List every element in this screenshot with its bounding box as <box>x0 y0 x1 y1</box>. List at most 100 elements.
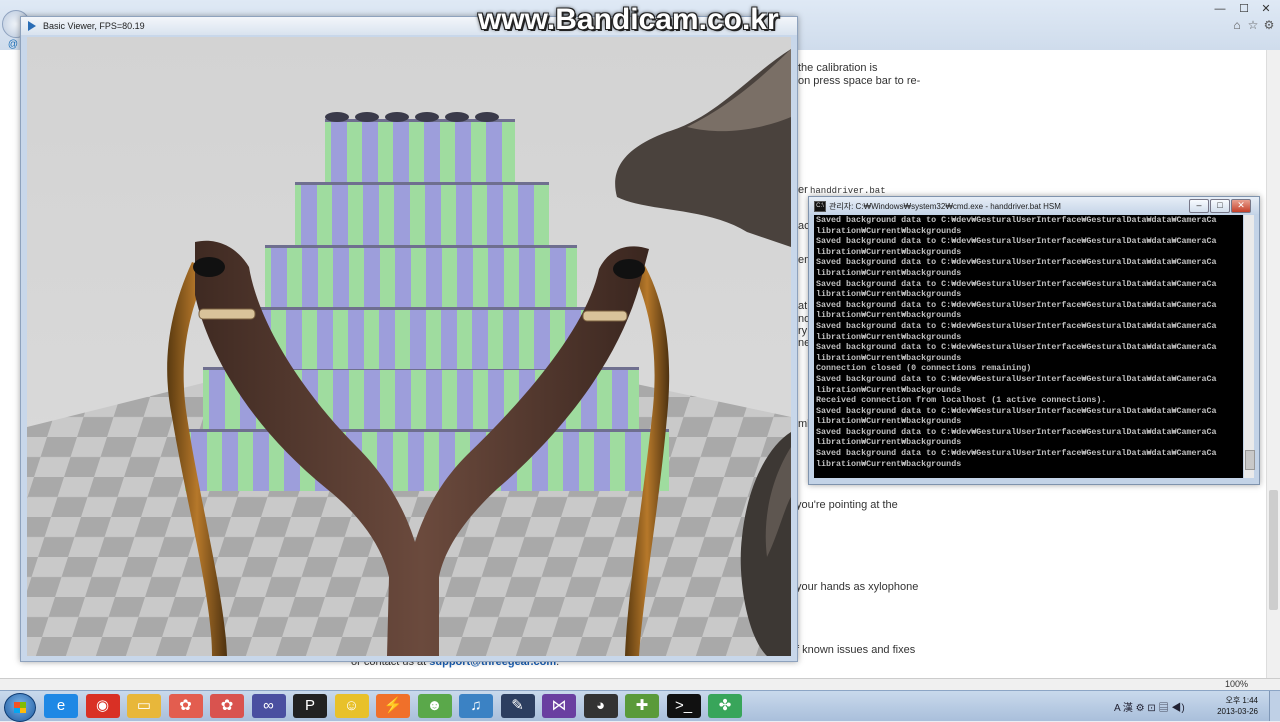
block-stripe <box>363 182 379 245</box>
block-cap <box>325 112 349 122</box>
zoom-level[interactable]: 100% <box>1225 679 1248 689</box>
vs-app-icon[interactable]: ⋈ <box>542 694 576 718</box>
block-cap <box>445 112 469 122</box>
bolt-app-icon[interactable]: ⚡ <box>376 694 410 718</box>
block-stripe <box>563 429 579 491</box>
block-stripe <box>426 245 442 307</box>
cmd-line: libration₩Current₩backgrounds <box>816 289 962 300</box>
maximize-icon[interactable]: ☐ <box>1236 2 1252 16</box>
cmd-line: Saved background data to C:₩dev₩Gestural… <box>816 236 1217 247</box>
block-stripe <box>625 429 641 491</box>
page-scrollbar[interactable] <box>1266 50 1280 678</box>
app-icon-3[interactable]: ∞ <box>251 694 286 718</box>
block-stripe <box>410 307 426 369</box>
block-stripe <box>393 119 409 182</box>
windows-logo-icon <box>14 702 26 713</box>
frog-app-icon[interactable]: ☻ <box>417 694 452 718</box>
minimize-icon[interactable]: — <box>1212 2 1228 16</box>
block-stripe <box>364 245 380 307</box>
threegear-app-icon[interactable]: ✤ <box>708 694 742 718</box>
cmd-scrollbar-thumb[interactable] <box>1245 450 1255 470</box>
block-stripe <box>395 367 411 429</box>
cmd-window[interactable]: C:\ 관리자: C:₩Windows₩system32₩cmd.exe - h… <box>808 196 1260 485</box>
block-stripe <box>488 245 504 307</box>
bandicam-watermark: www.Bandicam.co.kr <box>478 3 779 36</box>
block-stripe <box>379 307 395 369</box>
page-text-12: your hands as xylophone <box>796 581 919 593</box>
page-text-8: ry <box>798 325 808 337</box>
cmd-title: 관리자: C:₩Windows₩system32₩cmd.exe - handd… <box>829 202 1061 211</box>
tray-icons[interactable]: A 漢 ⚙ ⊡ ▤ ◀) <box>1114 699 1185 714</box>
close-icon[interactable]: ✕ <box>1258 2 1274 16</box>
block-stripe <box>271 245 287 307</box>
3d-scene-viewport[interactable] <box>27 37 791 656</box>
cmd-lines: Saved background data to C:₩dev₩Gestural… <box>814 215 1243 469</box>
cmd-line: libration₩Current₩backgrounds <box>816 225 962 236</box>
editor-app-icon[interactable]: ✎ <box>500 694 535 718</box>
tools-gear-icon[interactable]: ⚙ <box>1262 18 1276 32</box>
block-stripe <box>534 307 550 369</box>
block-stripe <box>362 119 378 182</box>
chrome-icon[interactable]: ◉ <box>85 694 120 718</box>
block-stripe <box>457 367 473 429</box>
app-icon-2[interactable]: ✿ <box>210 694 244 718</box>
clock-date[interactable]: 2013-03-26 <box>1217 707 1258 716</box>
page-code-handdriver: handdriver.bat <box>810 186 886 196</box>
block-stripe <box>612 367 628 429</box>
basic-viewer-window[interactable]: Basic Viewer, FPS=80.19 <box>20 16 798 662</box>
block-stripe <box>425 182 441 245</box>
block-stripe <box>253 429 269 491</box>
viewer-app-icon <box>28 21 36 31</box>
cmd-line: Saved background data to C:₩dev₩Gestural… <box>816 320 1217 331</box>
block-stripe <box>424 119 440 182</box>
cmd-line: libration₩Current₩backgrounds <box>816 437 962 448</box>
block-row-edge <box>185 429 669 432</box>
block-stripe <box>395 245 411 307</box>
cmd-close-button[interactable]: ✕ <box>1231 199 1251 213</box>
cmd-line: Saved background data to C:₩dev₩Gestural… <box>816 373 1217 384</box>
cmd-line: libration₩Current₩backgrounds <box>816 416 962 427</box>
block-stripe <box>302 245 318 307</box>
block-stripe <box>222 429 238 491</box>
block-stripe <box>301 182 317 245</box>
clock-time[interactable]: 오후 1:44 <box>1225 695 1258 706</box>
cmd-line: Saved background data to C:₩dev₩Gestural… <box>816 278 1217 289</box>
puzzle-app-icon[interactable]: ✚ <box>625 694 659 718</box>
block-stripe <box>348 307 364 369</box>
cmd-line: libration₩Current₩backgrounds <box>816 458 962 469</box>
panda-app-icon[interactable]: ◕ <box>583 694 618 718</box>
start-button[interactable] <box>4 693 36 722</box>
page-scrollbar-thumb[interactable] <box>1269 490 1278 610</box>
app-icon-1[interactable]: ✿ <box>168 694 203 718</box>
cmd-titlebar[interactable]: C:\ 관리자: C:₩Windows₩system32₩cmd.exe - h… <box>809 197 1259 214</box>
block-stripe <box>518 182 534 245</box>
home-icon[interactable]: ⌂ <box>1230 18 1244 32</box>
block-cap <box>415 112 439 122</box>
music-app-icon[interactable]: ♫ <box>459 694 493 718</box>
smiley-app-icon[interactable]: ☺ <box>334 694 369 718</box>
folder-icon[interactable]: ▭ <box>127 694 161 718</box>
slingshot-band-knot-left <box>193 257 225 277</box>
cmd-scrollbar[interactable] <box>1244 215 1255 478</box>
3d-scene <box>27 37 791 656</box>
slingshot-band-knot-right <box>613 259 645 279</box>
block-stripe <box>364 367 380 429</box>
p-app-icon[interactable]: P <box>293 694 327 718</box>
block-stripe <box>487 182 503 245</box>
block-stripe <box>441 307 457 369</box>
cmd-minimize-button[interactable]: – <box>1189 199 1209 213</box>
cmd-console-output[interactable]: Saved background data to C:₩dev₩Gestural… <box>814 215 1243 478</box>
block-stripe <box>317 307 333 369</box>
cmd-app-icon[interactable]: >_ <box>666 694 701 718</box>
cmd-line: Connection closed (0 connections remaini… <box>816 363 1032 374</box>
cmd-maximize-button[interactable]: □ <box>1210 199 1230 213</box>
favorites-star-icon[interactable]: ☆ <box>1246 18 1260 32</box>
ie-icon[interactable]: e <box>44 694 78 718</box>
cmd-line: Received connection from localhost (1 ac… <box>816 395 1107 406</box>
show-desktop-button[interactable] <box>1269 691 1280 721</box>
viewer-title: Basic Viewer, FPS=80.19 <box>43 21 145 31</box>
page-text-1: the calibration is <box>798 62 878 74</box>
page-text-6: at <box>798 300 808 312</box>
block-stripe <box>457 245 473 307</box>
block-row-edge <box>265 245 577 248</box>
